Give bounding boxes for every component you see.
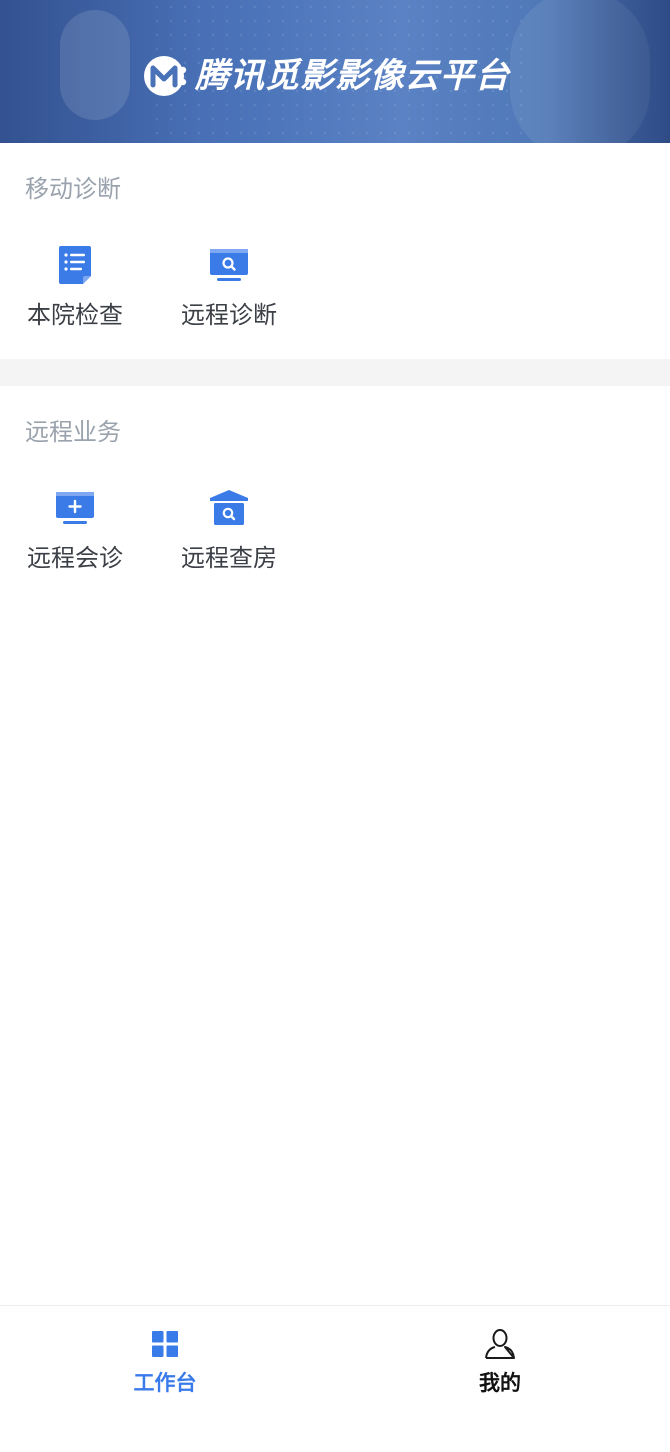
document-list-icon — [53, 243, 97, 287]
tab-workbench[interactable]: 工作台 — [105, 1326, 225, 1406]
app-root: 腾讯觅影影像云平台 移动诊断 本院检查 远程诊断 远程业务 远程会诊 远程查房 … — [0, 0, 670, 1452]
tile-remote-ward-round[interactable]: 远程查房 — [169, 486, 289, 578]
section-remote-business: 远程业务 远程会诊 远程查房 — [0, 386, 670, 602]
banner-decor-left — [60, 10, 130, 120]
section-title: 远程业务 — [25, 418, 121, 446]
tile-local-exam[interactable]: 本院检查 — [15, 243, 135, 335]
grid-icon — [147, 1326, 183, 1362]
bottom-tab-bar: 工作台 我的 — [0, 1305, 670, 1452]
tab-label: 工作台 — [133, 1371, 197, 1395]
brand: 腾讯觅影影像云平台 — [143, 52, 510, 100]
house-search-icon — [207, 486, 251, 530]
tab-me[interactable]: 我的 — [440, 1326, 560, 1406]
monitor-plus-icon — [53, 486, 97, 530]
tile-label: 远程诊断 — [181, 301, 277, 329]
section-title: 移动诊断 — [25, 175, 121, 203]
monitor-search-icon — [207, 243, 251, 287]
tile-remote-consultation[interactable]: 远程会诊 — [15, 486, 135, 578]
section-mobile-diagnosis: 移动诊断 本院检查 远程诊断 — [0, 143, 670, 359]
tab-label: 我的 — [479, 1371, 521, 1395]
app-title: 腾讯觅影影像云平台 — [195, 56, 510, 96]
banner-shade-right — [550, 0, 670, 143]
tile-remote-diagnosis[interactable]: 远程诊断 — [169, 243, 289, 335]
section-divider — [0, 359, 670, 386]
mi-ying-logo-icon — [144, 56, 187, 96]
tile-label: 远程查房 — [181, 544, 277, 572]
user-icon — [482, 1326, 518, 1362]
header-banner: 腾讯觅影影像云平台 — [0, 0, 670, 143]
tile-label: 远程会诊 — [27, 544, 123, 572]
tile-label: 本院检查 — [27, 301, 123, 329]
